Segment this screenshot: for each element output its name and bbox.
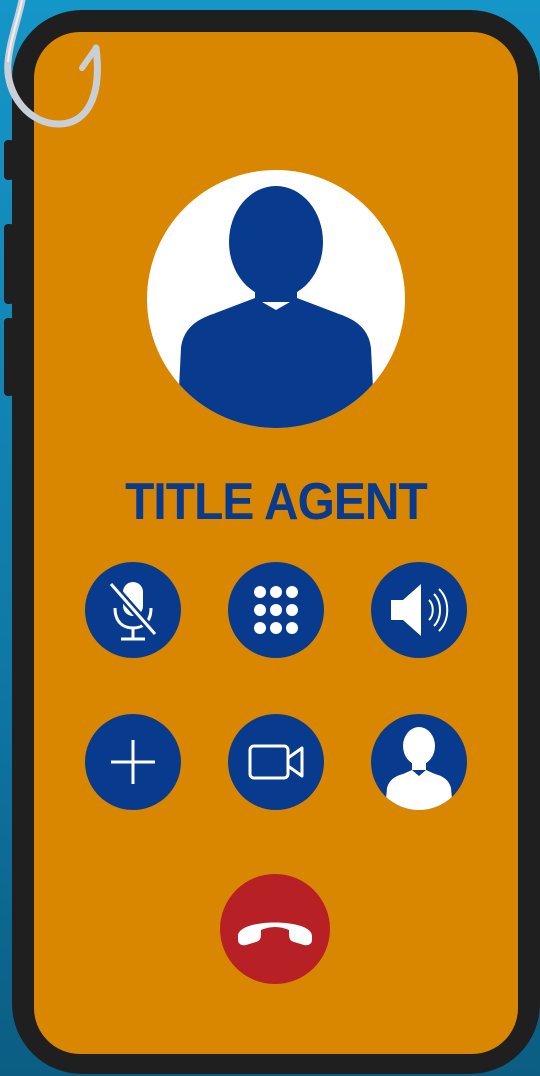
person-silhouette-icon — [177, 186, 375, 428]
person-icon — [385, 727, 453, 810]
plus-icon — [111, 740, 155, 784]
speaker-icon — [391, 584, 449, 636]
caller-avatar — [147, 170, 405, 428]
caller-name: TITLE AGENT — [125, 473, 428, 531]
mute-button[interactable] — [85, 562, 181, 658]
keypad-button[interactable] — [228, 562, 324, 658]
muted-microphone-icon — [107, 581, 159, 641]
keypad-icon — [254, 586, 298, 634]
end-call-button[interactable] — [220, 874, 330, 984]
video-camera-icon — [248, 744, 304, 780]
speaker-button[interactable] — [371, 562, 467, 658]
video-call-button[interactable] — [228, 714, 324, 810]
contacts-button[interactable] — [371, 714, 467, 810]
call-screen: TITLE AGENT — [34, 32, 518, 1054]
phone-hangup-icon — [238, 922, 312, 946]
add-call-button[interactable] — [85, 714, 181, 810]
fishing-hook-icon — [4, 0, 101, 128]
